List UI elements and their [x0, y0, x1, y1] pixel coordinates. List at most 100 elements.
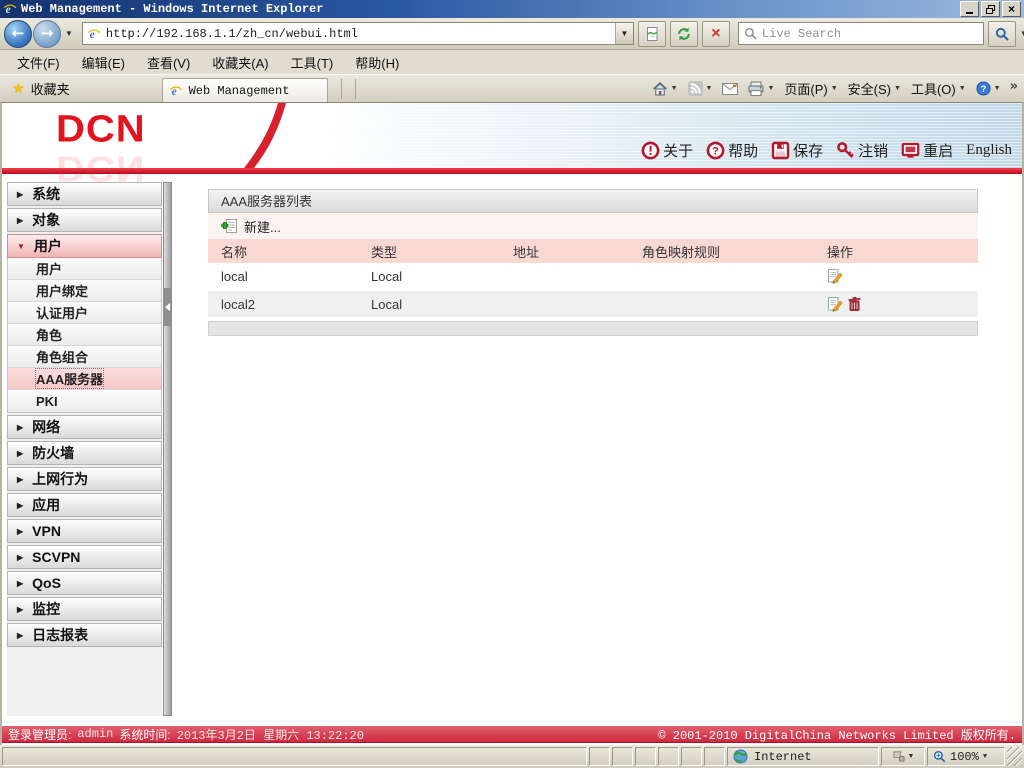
sidebar-item-label: 监控 — [32, 601, 61, 617]
sidebar-item-scvpn[interactable]: ▶ SCVPN — [7, 545, 162, 569]
zoom-control-segment[interactable]: 100% ▼ — [927, 747, 1005, 766]
restart-label: 重启 — [923, 143, 954, 160]
chevron-down-icon: ▼ — [670, 85, 678, 92]
restart-button[interactable]: 重启 — [901, 140, 953, 161]
splitter-collapse-handle[interactable] — [164, 288, 171, 326]
column-header-name: 名称 — [208, 239, 358, 263]
chevron-down-icon: ▼ — [894, 85, 901, 92]
recent-pages-dropdown[interactable]: ▼ — [61, 29, 77, 38]
browser-status-bar: Internet ▼ 100% ▼ — [0, 745, 1024, 768]
protected-mode-segment[interactable]: ▼ — [881, 747, 925, 766]
delete-icon[interactable] — [847, 296, 862, 312]
chevron-down-icon: ▼ — [1019, 29, 1024, 38]
search-go-button[interactable] — [987, 20, 1016, 47]
menu-tools[interactable]: 工具(T) — [280, 51, 345, 74]
search-input[interactable]: Live Search — [737, 22, 984, 45]
address-dropdown-button[interactable]: ▼ — [614, 23, 633, 44]
sidebar-subitem-user-binding[interactable]: 用户绑定 — [8, 280, 161, 302]
sidebar-nav: ▶ 系统 ▶ 对象 ▼ 用户 用户 用户绑定 认证用户 角色 角色组合 AAA服… — [7, 182, 162, 716]
help-button[interactable]: ? 帮助 — [706, 140, 758, 161]
close-button[interactable]: × — [1002, 1, 1021, 17]
search-options-dropdown[interactable]: ▼ — [1016, 29, 1024, 38]
restore-button[interactable] — [981, 1, 1000, 17]
sidebar-item-object[interactable]: ▶ 对象 — [7, 208, 162, 232]
favorites-bar: ★ 收藏夹 e Web Management ▼ ▼ ▼ 页面(P) ▼ 安全(… — [0, 75, 1024, 102]
sidebar-subitem-user[interactable]: 用户 — [8, 258, 161, 280]
sidebar-item-application[interactable]: ▶ 应用 — [7, 493, 162, 517]
tools-menu-label: 工具(O) — [910, 82, 956, 97]
chevron-down-icon: ▼ — [907, 753, 915, 760]
stop-icon: × — [711, 24, 721, 42]
sidebar-item-firewall[interactable]: ▶ 防火墙 — [7, 441, 162, 465]
menu-help[interactable]: 帮助(H) — [344, 51, 410, 74]
stop-button[interactable]: × — [701, 20, 730, 47]
key-icon — [837, 142, 854, 158]
chevron-right-icon: ▶ — [17, 604, 24, 614]
read-mail-button[interactable] — [719, 82, 741, 96]
minimize-button[interactable] — [960, 1, 979, 17]
sidebar-item-label: 应用 — [32, 497, 61, 513]
about-button[interactable]: 关于 — [641, 140, 693, 161]
sidebar-item-log-report[interactable]: ▶ 日志报表 — [7, 623, 162, 647]
sidebar-item-system[interactable]: ▶ 系统 — [7, 182, 162, 206]
sidebar-item-label: 对象 — [32, 212, 61, 228]
status-segment — [635, 747, 656, 766]
sidebar-item-monitor[interactable]: ▶ 监控 — [7, 597, 162, 621]
resize-grip[interactable] — [1007, 747, 1022, 766]
tab-web-management[interactable]: e Web Management — [161, 78, 328, 102]
aaa-server-table: 名称 类型 地址 角色映射规则 操作 local Local local2 Lo… — [208, 239, 978, 319]
menu-favorites[interactable]: 收藏夹(A) — [201, 51, 279, 74]
sidebar-item-network[interactable]: ▶ 网络 — [7, 415, 162, 439]
safety-menu-button[interactable]: 安全(S) ▼ — [845, 78, 904, 99]
feeds-button[interactable]: ▼ — [685, 80, 716, 97]
sidebar-subitem-aaa-server[interactable]: AAA服务器 — [8, 368, 161, 390]
refresh-button[interactable] — [669, 20, 698, 47]
tools-menu-button[interactable]: 工具(O) ▼ — [908, 78, 969, 99]
sidebar-item-web-behavior[interactable]: ▶ 上网行为 — [7, 467, 162, 491]
tab-separator — [354, 78, 356, 99]
protected-mode-icon — [892, 751, 905, 762]
compatibility-view-button[interactable] — [637, 20, 666, 47]
column-header-type: 类型 — [358, 239, 500, 263]
sidebar-subitem-role-group[interactable]: 角色组合 — [8, 346, 161, 368]
sidebar-item-label: 日志报表 — [32, 627, 89, 643]
admin-value: admin — [77, 727, 114, 741]
sidebar-splitter[interactable] — [163, 182, 172, 716]
forward-button[interactable]: → — [33, 19, 61, 48]
help-menu-button[interactable]: ? ▼ — [973, 80, 1004, 97]
new-button[interactable]: 新建... — [221, 217, 281, 236]
chevron-right-icon: ▶ — [17, 630, 24, 640]
sidebar-item-user[interactable]: ▼ 用户 — [7, 234, 162, 258]
cell-address — [500, 290, 629, 318]
tab-title: Web Management — [188, 83, 290, 98]
cell-type: Local — [371, 296, 403, 312]
page-menu-button[interactable]: 页面(P) ▼ — [781, 78, 840, 99]
print-button[interactable]: ▼ — [745, 80, 777, 98]
language-link[interactable]: English — [966, 142, 1012, 159]
sidebar-subitem-pki[interactable]: PKI — [8, 390, 161, 412]
sidebar-subitem-auth-user[interactable]: 认证用户 — [8, 302, 161, 324]
menu-edit[interactable]: 编辑(E) — [71, 51, 136, 74]
save-button[interactable]: 保存 — [771, 140, 823, 161]
app-status-bar: 登录管理员: admin 系统时间: 2013年3月2日 星期六 13:22:2… — [2, 726, 1022, 743]
cell-address — [500, 263, 629, 290]
minimize-icon — [966, 11, 973, 14]
help-circle-icon: ? — [706, 141, 725, 160]
home-button[interactable]: ▼ — [649, 80, 681, 98]
sidebar-subitem-role[interactable]: 角色 — [8, 324, 161, 346]
header-actions: 关于 ? 帮助 保存 注销 重启 English — [641, 140, 1012, 161]
edit-icon[interactable] — [827, 296, 843, 312]
sidebar-item-vpn[interactable]: ▶ VPN — [7, 519, 162, 543]
sidebar-item-label: 网络 — [32, 419, 61, 435]
menu-view[interactable]: 查看(V) — [136, 51, 201, 74]
status-segment — [589, 747, 610, 766]
logout-button[interactable]: 注销 — [836, 140, 888, 161]
edit-icon[interactable] — [827, 268, 843, 284]
back-button[interactable]: ← — [4, 19, 32, 48]
menu-file[interactable]: 文件(F) — [6, 51, 71, 74]
favorites-button[interactable]: ★ 收藏夹 — [0, 79, 80, 98]
sidebar-item-qos[interactable]: ▶ QoS — [7, 571, 162, 595]
sidebar-item-label: 上网行为 — [32, 471, 89, 487]
toolbar-overflow-icon[interactable]: » — [1010, 80, 1018, 93]
address-bar[interactable]: e http://192.168.1.1/zh_cn/webui.html ▼ — [81, 22, 634, 45]
